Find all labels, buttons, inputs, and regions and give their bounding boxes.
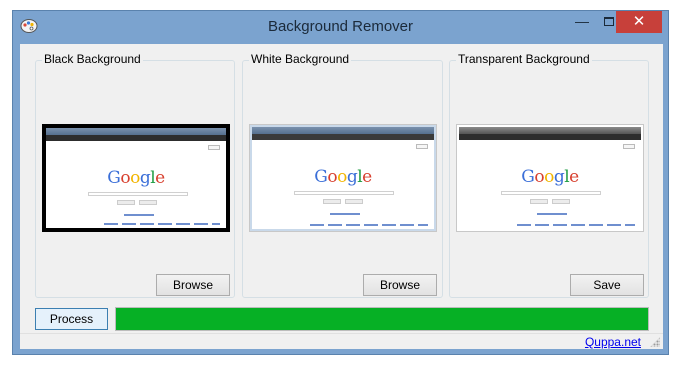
client-area: Black Background Google Browse White Bac… [20,44,663,349]
image-preview-black: Google [42,124,230,232]
status-bar: Quppa.net [20,333,663,349]
resize-grip-icon[interactable] [650,337,660,347]
save-button[interactable]: Save [570,274,644,296]
progress-bar [115,307,649,331]
title-bar[interactable]: Background Remover — ✕ [13,11,668,44]
group-label: Black Background [42,52,143,66]
google-logo: Google [314,167,372,187]
minimize-button[interactable]: — [568,11,596,33]
group-white-background: White Background Google Browse [242,52,443,298]
close-button[interactable]: ✕ [616,11,662,33]
quppa-link[interactable]: Quppa.net [585,335,641,349]
group-label: White Background [249,52,352,66]
screenshot-thumbnail: Google [459,127,641,229]
group-label: Transparent Background [456,52,592,66]
image-preview-transparent: Google [456,124,644,232]
group-transparent-background: Transparent Background Google Save [449,52,649,298]
image-preview-white: Google [249,124,437,232]
group-black-background: Black Background Google Browse [35,52,235,298]
browse-white-button[interactable]: Browse [363,274,437,296]
progress-fill [116,308,648,330]
google-logo: Google [107,168,165,188]
screenshot-thumbnail: Google [46,128,226,228]
process-button[interactable]: Process [35,308,108,330]
screenshot-thumbnail: Google [250,125,436,231]
app-window: Background Remover — ✕ Black Background … [12,10,669,355]
maximize-icon [604,17,614,26]
browse-black-button[interactable]: Browse [156,274,230,296]
google-logo: Google [521,167,579,187]
